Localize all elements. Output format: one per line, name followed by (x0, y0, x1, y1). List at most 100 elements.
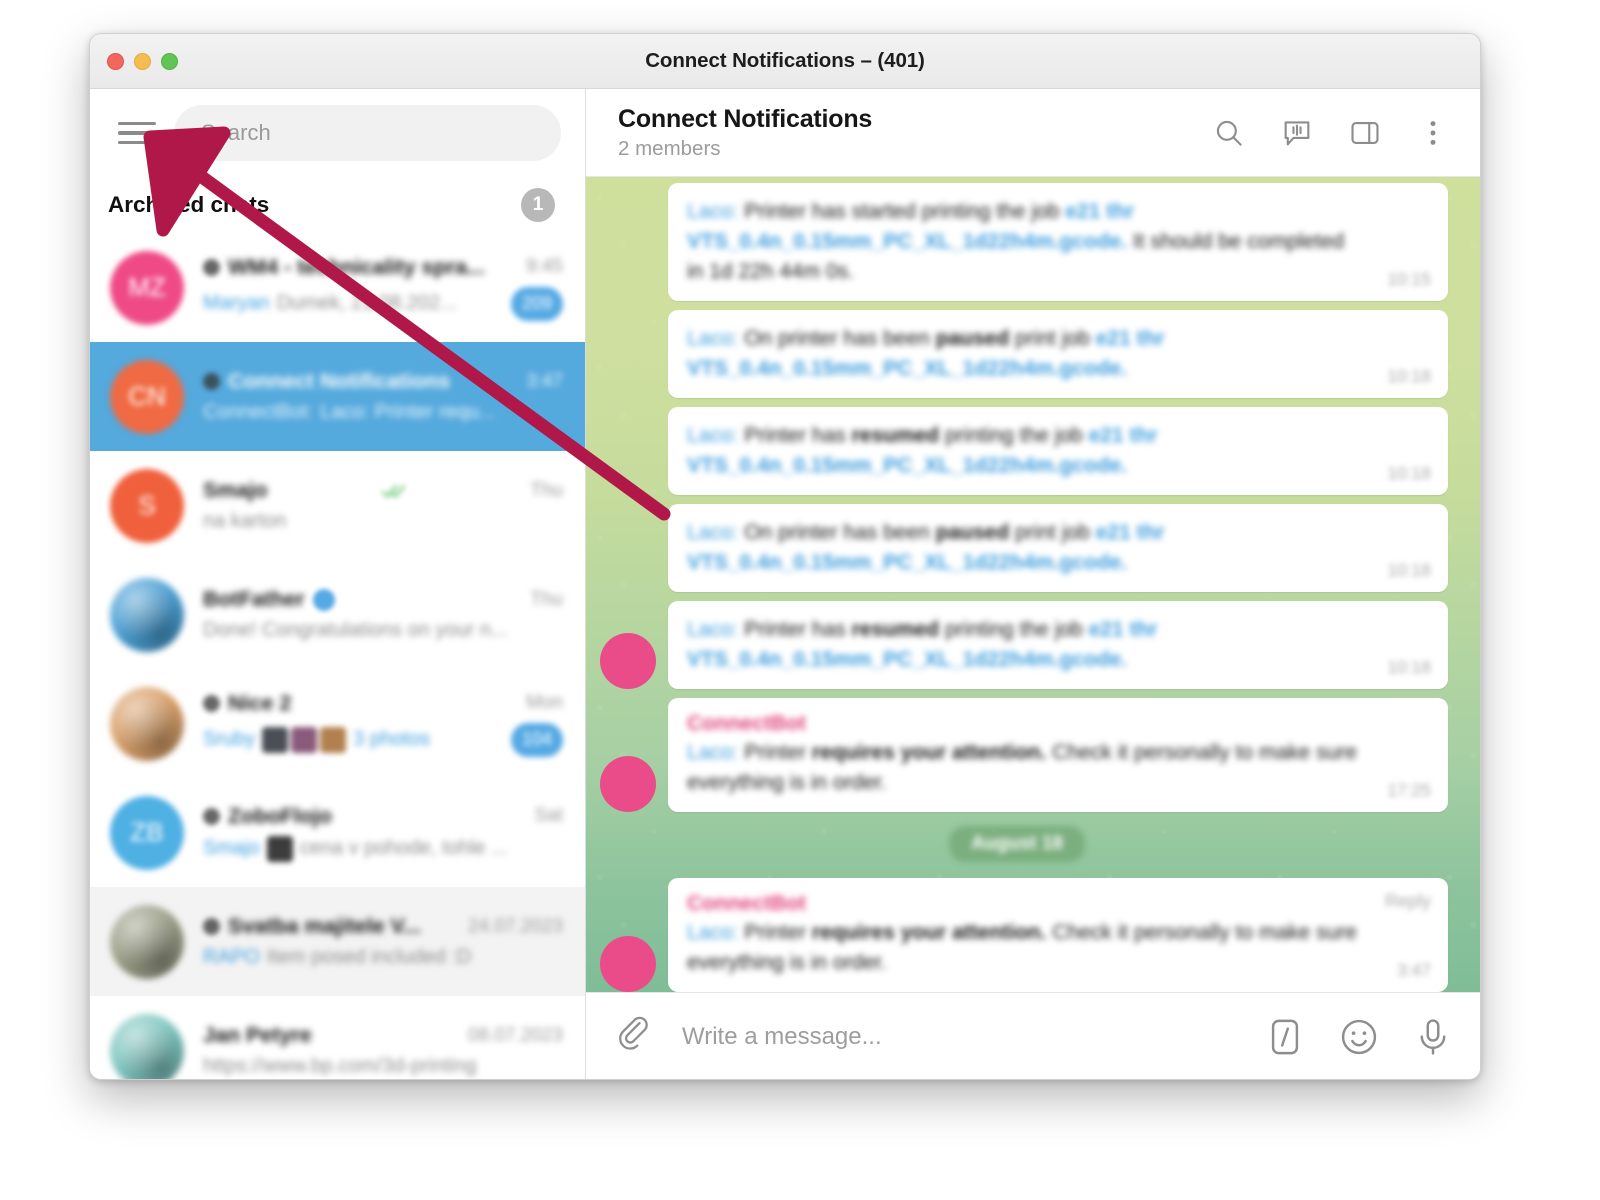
message-row: Laco: Printer has resumed printing the j… (586, 407, 1448, 496)
chat-item-preview-row: https://www.bp.com/3d-printing (203, 1055, 563, 1078)
message-avatar[interactable] (600, 936, 656, 992)
chat-item-content: ZoboFlojo Sat Smajo cena v pohode, tohle ..… (203, 804, 563, 862)
emoji-icon[interactable] (1338, 1016, 1380, 1058)
chat-item-name: ZoboFlojo (228, 803, 332, 828)
message-row: Laco: Printer has resumed printing the j… (586, 601, 1448, 690)
date-divider: August 18 (586, 826, 1448, 863)
chat-list[interactable]: MZ WM4 - technicality spra... 9:45 Maryan Du… (90, 233, 585, 1079)
message-text-segment: paused (935, 521, 1010, 545)
message-text: Laco: Printer has resumed printing the j… (687, 421, 1430, 481)
unread-count-badge: 104 (510, 722, 563, 757)
message-text-segment: Printer (738, 921, 812, 945)
avatar: S (110, 468, 184, 543)
chat-item-content: Smajo Thu na karton (203, 478, 563, 533)
archived-chats-row[interactable]: Archived chats 1 (90, 177, 585, 233)
message-bubble[interactable]: ConnectBot Reply Laco: Printer requires yo… (668, 878, 1448, 992)
message-text-segment: print job (1009, 521, 1096, 545)
messages-area[interactable]: Laco: Printer has started printing the j… (586, 177, 1480, 992)
chat-list-item[interactable]: ZB ZoboFlojo Sat Smajo cena v pohode, tohle … (90, 778, 585, 887)
microphone-icon[interactable] (1412, 1016, 1454, 1058)
chat-header-titles: Connect Notifications 2 members (618, 105, 1212, 161)
message-text-segment: requires your attention. (811, 741, 1047, 765)
message-author-title: ConnectBot (687, 892, 806, 916)
chat-list-item[interactable]: Nice 2 Mon Sruby 3 photos 104 (90, 669, 585, 778)
window-body: Search Archived chats 1 MZ WM4 - technica… (90, 89, 1480, 1079)
message-bubble[interactable]: Laco: On printer has been paused print j… (668, 310, 1448, 399)
chat-item-preview: https://www.bp.com/3d-printing (203, 1055, 477, 1077)
chat-list-item[interactable]: MZ WM4 - technicality spra... 9:45 Maryan Du… (90, 233, 585, 342)
date-divider-label: August 18 (949, 826, 1085, 863)
chat-members-count: 2 members (618, 136, 721, 160)
chat-item-time: 08.07.2023 (467, 1024, 563, 1046)
chat-item-sender: Sruby (203, 728, 256, 750)
chat-list-item[interactable]: Jan Petyre 08.07.2023 https://www.bp.com/3… (90, 996, 585, 1079)
side-panel-icon[interactable] (1348, 116, 1382, 150)
chat-item-preview-row: na karton (203, 510, 563, 533)
message-sender-name: Laco: (687, 200, 739, 223)
group-icon (203, 373, 220, 390)
group-icon (203, 258, 220, 276)
chat-sidebar: Search Archived chats 1 MZ WM4 - technica… (90, 89, 586, 1079)
chat-item-header: Svatba majitele V... 24.07.2023 (203, 914, 563, 939)
message-text-segment: resumed (851, 424, 940, 448)
message-row: ConnectBot Laco: Printer requires your at… (586, 698, 1448, 813)
message-bubble[interactable]: Laco: Printer has resumed printing the j… (668, 407, 1448, 496)
message-text: Laco: Printer has started printing the j… (687, 197, 1430, 287)
more-options-icon[interactable] (1416, 116, 1450, 150)
chat-list-item[interactable]: BotFather Thu Done! Congratulations on you… (90, 560, 585, 669)
chat-item-preview: Done! Congratulations on your n... (203, 619, 508, 641)
chat-item-content: Nice 2 Mon Sruby 3 photos 104 (203, 691, 563, 757)
avatar (110, 1013, 184, 1079)
message-bubble[interactable]: Laco: Printer has resumed printing the j… (668, 601, 1448, 690)
chat-list-item[interactable]: S Smajo Thu na karton (90, 451, 585, 560)
chat-item-header: Connect Notifications 3:47 (203, 369, 563, 394)
message-bubble[interactable]: ConnectBot Laco: Printer requires your at… (668, 698, 1448, 813)
archived-chats-badge: 1 (521, 188, 555, 222)
chat-item-preview-row: RAPO Item posed included :D (203, 946, 563, 969)
chat-list-item[interactable]: Svatba majitele V... 24.07.2023 RAPO Item p… (90, 887, 585, 996)
chat-item-time: 24.07.2023 (467, 915, 563, 937)
chat-item-header: WM4 - technicality spra... 9:45 (203, 255, 563, 280)
message-avatar[interactable] (600, 756, 656, 813)
chat-item-content: BotFather Thu Done! Congratulations on you… (203, 587, 563, 642)
sidebar-toolbar: Search (90, 89, 585, 177)
avatar (110, 577, 184, 652)
message-text-segment: On printer has been (738, 327, 936, 351)
message-bubble[interactable]: Laco: On printer has been paused print j… (668, 504, 1448, 593)
message-text-segment: printing the job (939, 424, 1089, 448)
message-row: Laco: Printer has started printing the j… (586, 183, 1448, 302)
message-text-segment: printing the job (939, 618, 1089, 642)
search-input[interactable]: Search (174, 105, 561, 161)
message-avatar[interactable] (600, 633, 656, 690)
hamburger-menu-icon[interactable] (118, 119, 156, 147)
avatar: MZ (110, 250, 184, 325)
message-author-title: ConnectBot (687, 712, 806, 736)
chat-list-item[interactable]: CN Connect Notifications 3:47 ConnectBot: La… (90, 342, 585, 451)
chat-item-time: 9:45 (526, 256, 563, 277)
messages-scroll: Laco: Printer has started printing the j… (586, 177, 1480, 992)
search-icon[interactable] (1212, 116, 1246, 150)
paperclip-icon[interactable] (614, 1016, 656, 1058)
message-reply-link[interactable]: Reply (1385, 891, 1431, 912)
message-text: Laco: Printer requires your attention. C… (687, 918, 1430, 978)
chat-item-preview-row: ConnectBot: Laco: Printer requ... (203, 401, 563, 424)
message-text-segment: requires your attention. (811, 921, 1047, 945)
chat-item-content: Jan Petyre 08.07.2023 https://www.bp.com/3… (203, 1023, 563, 1078)
chat-item-name: Jan Petyre (203, 1023, 312, 1047)
message-text-segment: paused (935, 327, 1010, 351)
voice-chat-icon[interactable] (1280, 116, 1314, 150)
chat-title: Connect Notifications (618, 104, 873, 133)
chat-item-header: ZoboFlojo Sat (203, 804, 563, 829)
message-input[interactable]: Write a message... (656, 1023, 1264, 1051)
message-timestamp: 3:47 (1396, 960, 1431, 981)
message-text: Laco: On printer has been paused print j… (687, 518, 1430, 578)
slash-command-icon[interactable] (1264, 1016, 1306, 1058)
message-text-segment: Printer (738, 741, 812, 765)
message-bubble[interactable]: Laco: Printer has started printing the j… (668, 183, 1448, 302)
message-row: ConnectBot Reply Laco: Printer requires yo… (586, 878, 1448, 992)
unread-count-badge: 209 (510, 286, 563, 321)
chat-header-actions (1212, 116, 1456, 150)
message-timestamp: 17:25 (1387, 780, 1431, 801)
chat-item-content: Svatba majitele V... 24.07.2023 RAPO Item p… (203, 914, 563, 969)
message-sender-name: Laco: (687, 921, 739, 945)
